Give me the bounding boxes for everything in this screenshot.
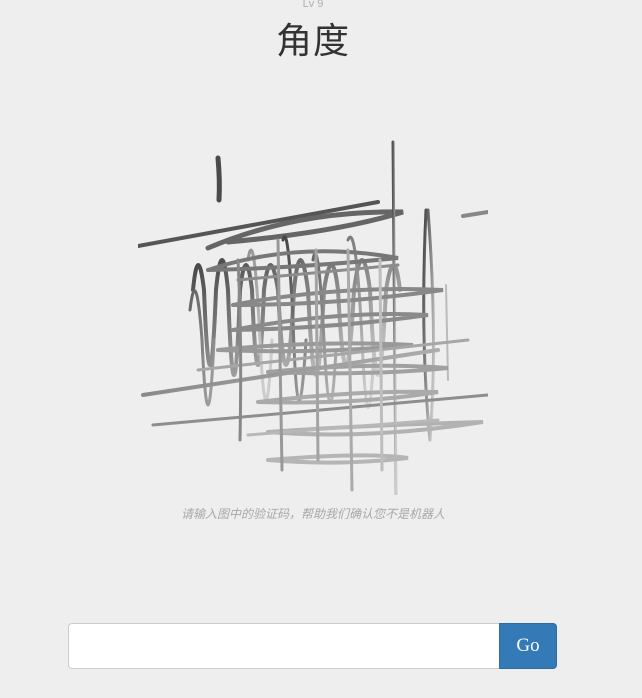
captcha-image (138, 140, 488, 495)
captcha-hint: 请输入图中的验证码，帮助我们确认您不是机器人 (180, 507, 445, 521)
captcha-page: Lv 9 角度 请输入图中的验证码，帮助我们确认您不是机器人 Go (0, 0, 642, 698)
level-label: Lv 9 (302, 0, 324, 10)
captcha-form: Go (68, 623, 557, 669)
go-button[interactable]: Go (499, 623, 557, 669)
page-title: 角度 (275, 21, 350, 62)
captcha-answer-input[interactable] (68, 623, 499, 669)
